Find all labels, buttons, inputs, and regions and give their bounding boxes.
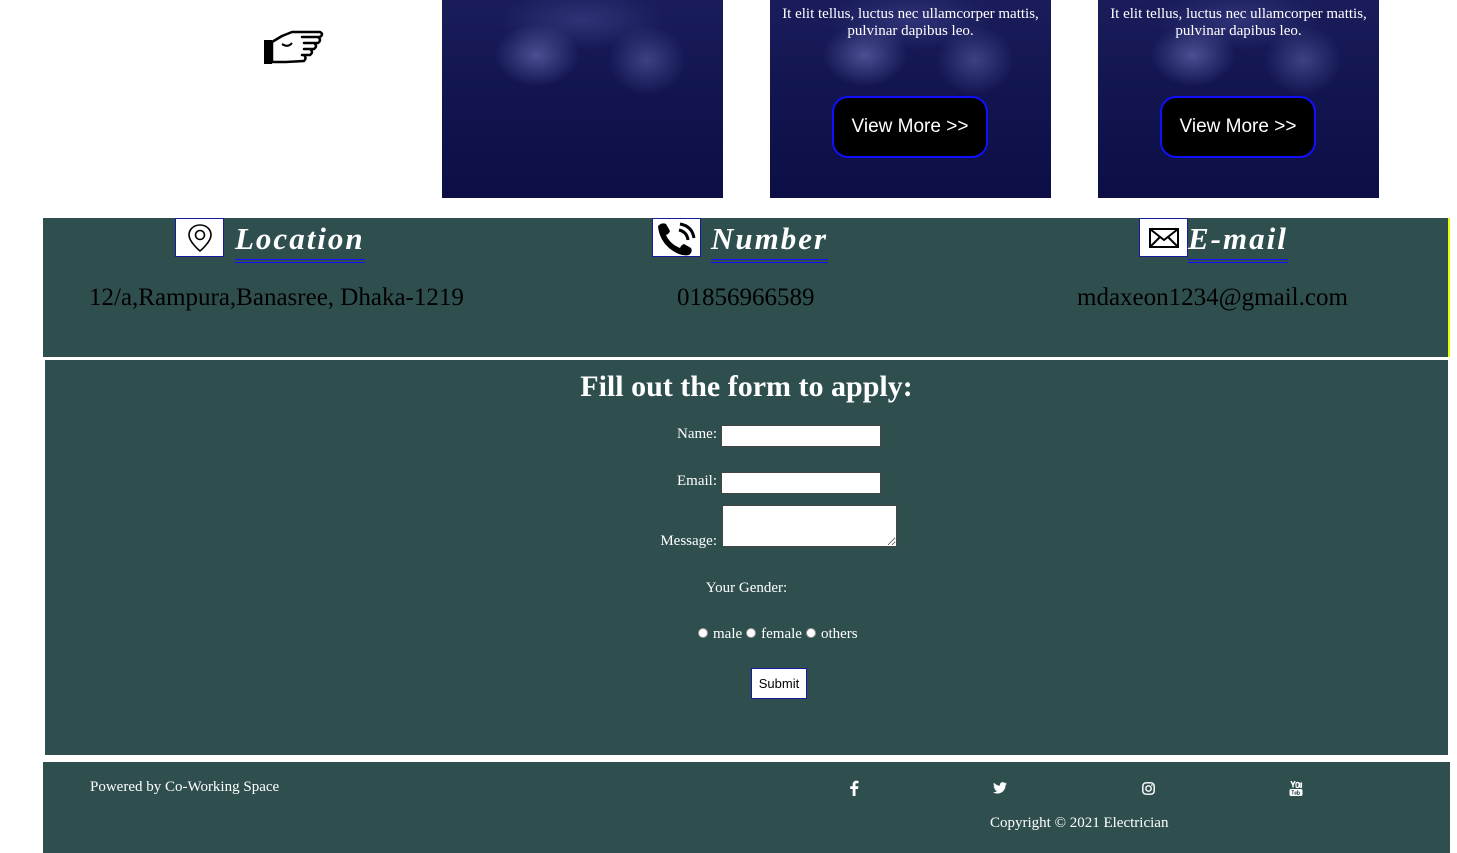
form-title: Fill out the form to apply: (580, 370, 913, 403)
submit-button[interactable]: Submit (751, 668, 807, 699)
radio-label: female (761, 626, 802, 642)
twitter-icon[interactable] (991, 779, 1009, 797)
name-input[interactable] (721, 425, 881, 447)
name-label: Name: (677, 426, 717, 442)
phone-icon (652, 218, 701, 257)
gender-label: Your Gender: (705, 580, 788, 596)
map-pin-icon (175, 218, 224, 257)
radio-button[interactable] (698, 627, 708, 638)
radio-button[interactable] (805, 627, 816, 638)
number-value: 01856966589 (677, 284, 815, 311)
email-heading: E-mail (1188, 219, 1288, 263)
youtube-icon[interactable] (1287, 779, 1305, 797)
powered-by-text: Powered by Co-Working Space (90, 779, 280, 795)
radio-label: male (713, 626, 743, 642)
gender-option-female[interactable]: female (746, 626, 802, 643)
facebook-icon[interactable] (845, 779, 863, 797)
location-heading: Location (235, 219, 365, 263)
gender-option-male[interactable]: male (698, 626, 742, 643)
pointing-hand-icon (262, 26, 326, 70)
message-textarea[interactable] (722, 505, 897, 547)
location-value: 12/a,Rampura,Banasree, Dhaka-1219 (89, 284, 464, 311)
gender-option-others[interactable]: others (805, 626, 858, 643)
email-value: mdaxeon1234@gmail.com (1077, 284, 1348, 311)
message-label: Message: (660, 533, 717, 549)
view-more-button[interactable]: View More >> (1160, 96, 1316, 158)
footer: Powered by Co-Working Space Copyright © … (43, 762, 1450, 853)
radio-button[interactable] (746, 627, 757, 638)
radio-label: others (820, 626, 858, 642)
apply-form: Fill out the form to apply: Name: Email:… (45, 360, 1448, 755)
view-more-button[interactable]: View More >> (832, 96, 988, 158)
gender-radio-group: male female others (698, 626, 862, 643)
email-input[interactable] (721, 472, 881, 494)
image-card: It elit tellus, luctus nec ullamcorper m… (1098, 0, 1379, 198)
image-card (442, 0, 723, 198)
number-heading: Number (711, 219, 829, 263)
copyright-text: Copyright © 2021 Electrician (990, 815, 1169, 831)
envelope-icon (1139, 218, 1188, 257)
email-label: Email: (677, 473, 717, 489)
image-card: It elit tellus, luctus nec ullamcorper m… (770, 0, 1051, 198)
card-description: It elit tellus, luctus nec ullamcorper m… (1110, 6, 1367, 39)
card-description: It elit tellus, luctus nec ullamcorper m… (782, 6, 1039, 39)
contact-section: Location 12/a,Rampura,Banasree, Dhaka-12… (43, 218, 1450, 357)
instagram-icon[interactable] (1139, 779, 1157, 797)
